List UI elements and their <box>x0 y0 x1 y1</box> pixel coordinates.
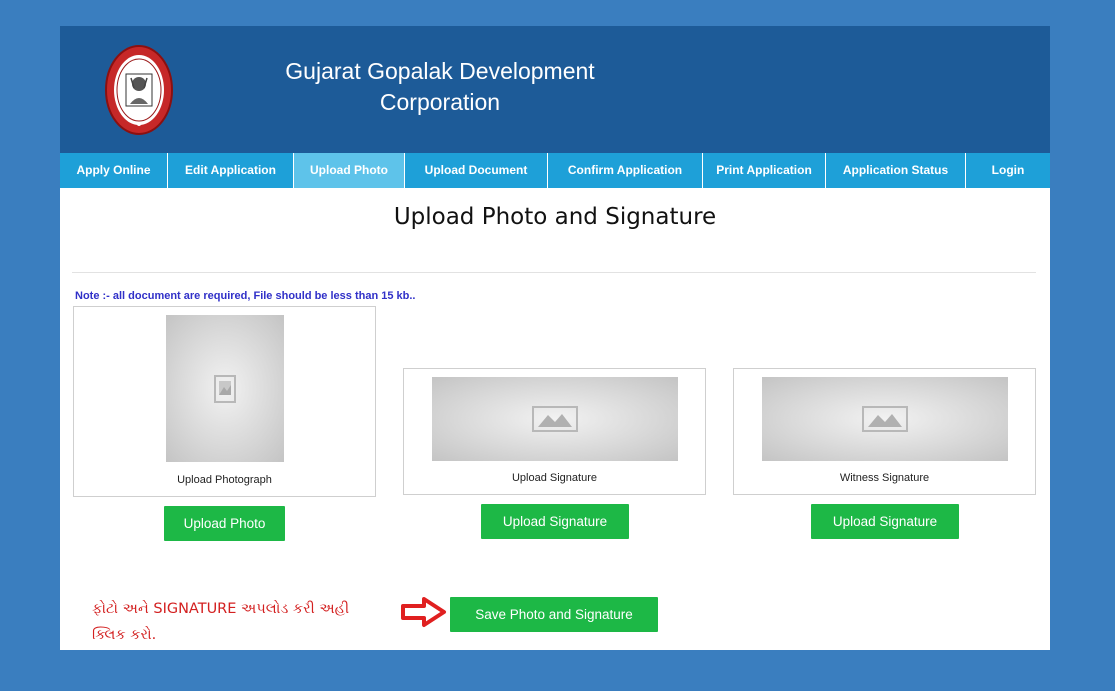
site-title-line2: Corporation <box>379 89 501 115</box>
nav-upload-document[interactable]: Upload Document <box>405 153 548 188</box>
corporation-logo <box>105 45 173 135</box>
site-title: Gujarat Gopalak Development Corporation <box>250 56 630 118</box>
upload-photo-button[interactable]: Upload Photo <box>164 506 285 541</box>
witness-signature-caption: Witness Signature <box>839 472 930 484</box>
divider <box>72 272 1036 273</box>
main-nav: Apply Online Edit Application Upload Pho… <box>60 153 1050 188</box>
signature-card: Upload Signature <box>403 368 706 495</box>
page-container: Gujarat Gopalak Development Corporation … <box>60 26 1050 650</box>
upload-instruction-line1: ફોટો અને SIGNATURE અપલોડ કરી અહી <box>92 601 350 617</box>
photo-card: Upload Photograph <box>73 306 376 497</box>
nav-confirm-application[interactable]: Confirm Application <box>548 153 703 188</box>
nav-application-status[interactable]: Application Status <box>826 153 966 188</box>
upload-witness-signature-button[interactable]: Upload Signature <box>811 504 959 539</box>
upload-instruction: ફોટો અને SIGNATURE અપલોડ કરી અહી ક્લિક ક… <box>92 596 372 648</box>
witness-signature-placeholder[interactable] <box>762 377 1008 461</box>
save-photo-signature-button[interactable]: Save Photo and Signature <box>450 597 658 632</box>
photo-placeholder[interactable] <box>166 315 284 462</box>
nav-edit-application[interactable]: Edit Application <box>168 153 294 188</box>
nav-login[interactable]: Login <box>966 153 1050 188</box>
nav-print-application[interactable]: Print Application <box>703 153 826 188</box>
signature-placeholder[interactable] <box>432 377 678 461</box>
image-placeholder-icon <box>532 406 578 432</box>
arrow-right-icon <box>401 597 446 627</box>
image-placeholder-icon <box>214 374 236 403</box>
signature-caption: Upload Signature <box>511 472 597 484</box>
upload-instruction-line2: ક્લિક કરો. <box>92 627 157 643</box>
nav-upload-photo[interactable]: Upload Photo <box>294 153 405 188</box>
nav-apply-online[interactable]: Apply Online <box>60 153 168 188</box>
site-header: Gujarat Gopalak Development Corporation <box>60 26 1050 153</box>
photo-caption: Upload Photograph <box>177 474 272 486</box>
site-title-line1: Gujarat Gopalak Development <box>285 58 595 84</box>
requirement-note: Note :- all document are required, File … <box>75 290 416 302</box>
image-placeholder-icon <box>862 406 908 432</box>
upload-signature-button[interactable]: Upload Signature <box>481 504 629 539</box>
page-title: Upload Photo and Signature <box>393 204 717 230</box>
witness-signature-card: Witness Signature <box>733 368 1036 495</box>
